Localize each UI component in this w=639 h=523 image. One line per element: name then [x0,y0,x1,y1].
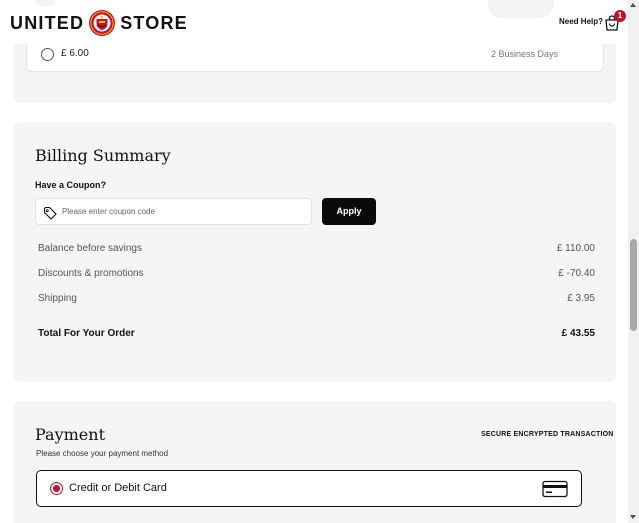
billing-summary-panel: Billing Summary Have a Coupon? Please en… [14,122,616,382]
need-help-link[interactable]: Need Help? [559,17,603,26]
logo-text-store: STORE [120,12,188,33]
payment-option-radio-selected[interactable] [50,482,63,495]
secure-transaction-label: SECURE ENCRYPTED TRANSACTION [481,431,614,438]
summary-row-total: Total For Your Order £ 43.55 [38,328,595,339]
order-total-label: Total For Your Order [38,328,135,339]
shipping-option-radio[interactable] [41,48,54,61]
logo-text-united: UNITED [10,12,85,33]
summary-row-balance: Balance before savings £ 110.00 [38,243,595,254]
club-crest-icon [89,10,116,36]
scroll-down-arrow-icon[interactable] [630,515,636,519]
header-shadow-shape [35,0,55,6]
payment-subtitle: Please choose your payment method [36,449,169,458]
payment-option-card[interactable]: Credit or Debit Card [36,470,582,507]
coupon-input[interactable]: Please enter coupon code [35,198,312,225]
summary-value: £ 3.95 [567,293,595,304]
coupon-placeholder: Please enter coupon code [62,207,155,216]
payment-option-label: Credit or Debit Card [69,482,167,494]
tag-icon [43,206,57,220]
payment-panel: Payment SECURE ENCRYPTED TRANSACTION Ple… [14,401,616,523]
site-header: UNITED STORE Need Help? 1 [0,0,628,44]
credit-card-icon [542,480,568,498]
billing-summary-title: Billing Summary [35,146,171,165]
summary-label: Shipping [38,293,77,304]
shipping-option-eta: 2 Business Days [491,49,559,59]
order-total-value: £ 43.55 [561,328,595,339]
cart-count-badge: 1 [614,10,626,22]
header-shadow-shape [488,0,554,18]
summary-label: Balance before savings [38,243,142,254]
summary-value: £ -70.40 [558,268,595,279]
summary-row-discounts: Discounts & promotions £ -70.40 [38,268,595,279]
apply-coupon-button[interactable]: Apply [322,198,376,225]
payment-title: Payment [35,425,105,444]
coupon-label: Have a Coupon? [35,180,107,190]
summary-label: Discounts & promotions [38,268,144,279]
store-logo[interactable]: UNITED STORE [10,8,188,38]
page-scrollbar[interactable] [628,0,639,523]
checkout-page: £ 6.00 2 Business Days UNITED STORE Need… [0,0,628,523]
summary-row-shipping: Shipping £ 3.95 [38,293,595,304]
summary-value: £ 110.00 [556,243,595,254]
shipping-option-price: £ 6.00 [61,48,89,59]
scroll-up-arrow-icon[interactable] [630,3,636,7]
scrollbar-thumb[interactable] [630,239,637,331]
